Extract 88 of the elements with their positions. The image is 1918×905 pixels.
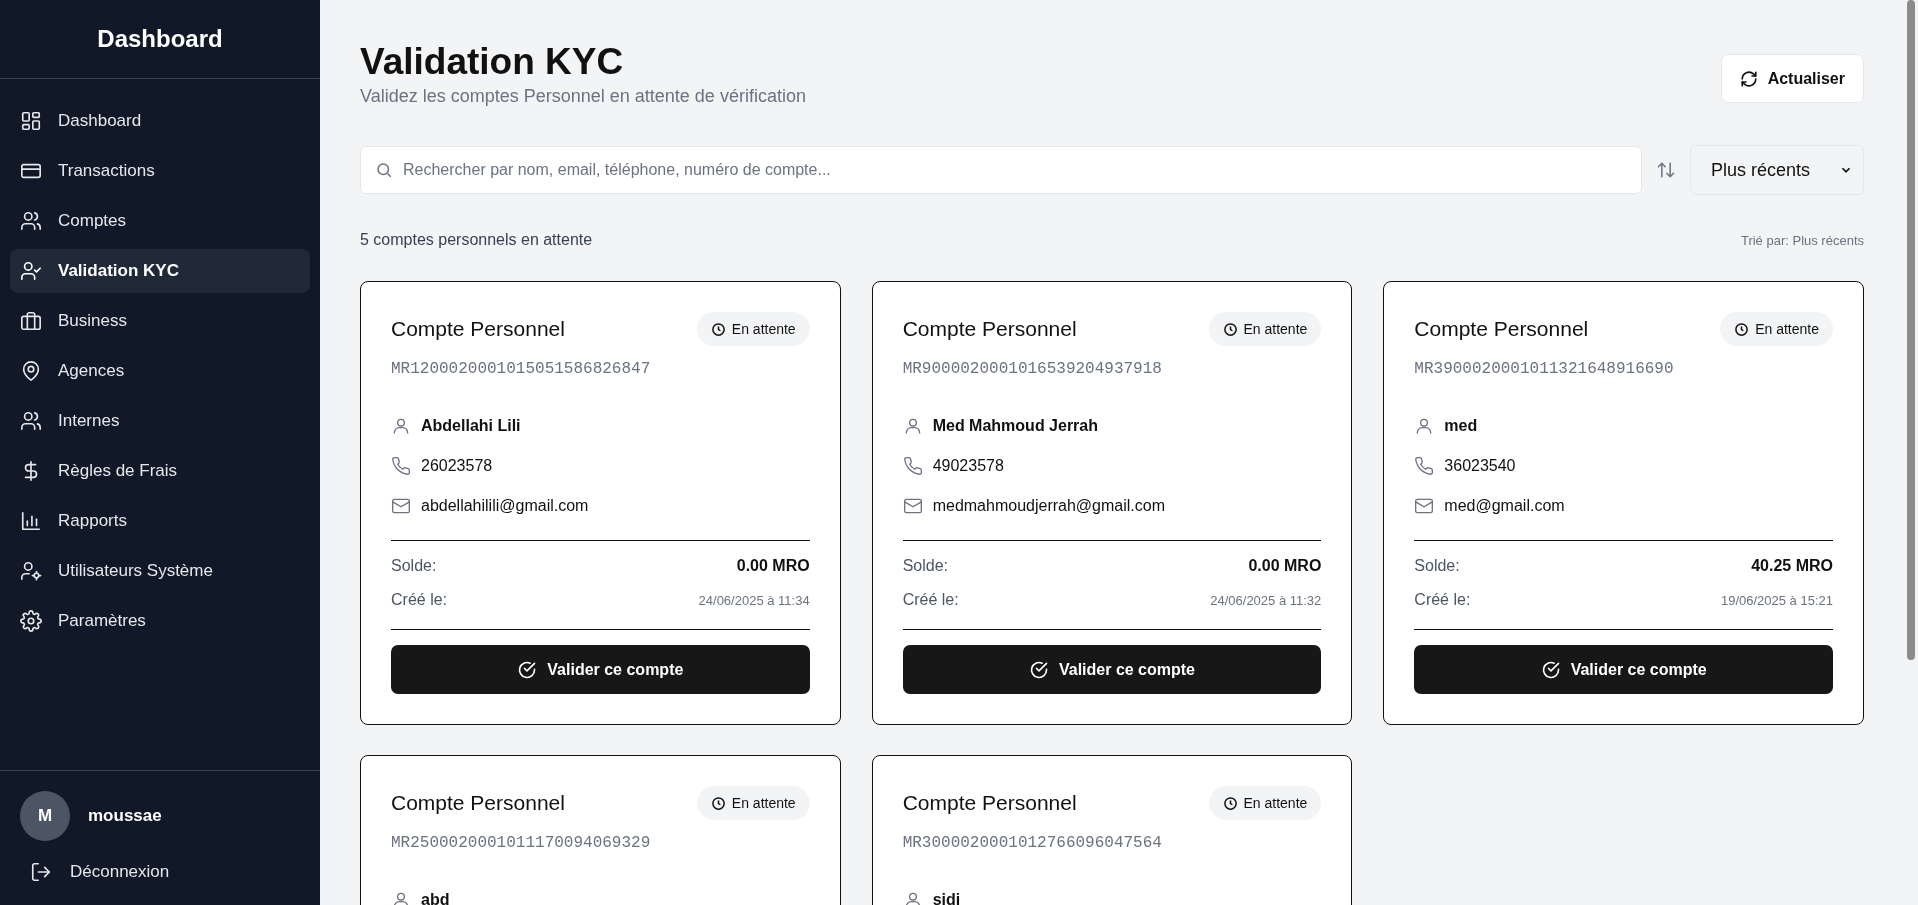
account-number: MR2500020001011170094069329 — [391, 834, 652, 853]
balance-value: 40.25 MRO — [1751, 557, 1833, 576]
map-pin-icon — [20, 360, 42, 382]
holder-name: Med Mahmoud Jerrah — [932, 417, 1098, 436]
validate-button[interactable]: Valider ce compte — [1414, 645, 1833, 695]
clock-icon — [1222, 321, 1238, 337]
created-date: 24/06/2025 à 11:34 — [698, 592, 810, 608]
pending-count: 5 comptes personnels en attente — [360, 231, 593, 250]
status-badge: En attente — [696, 786, 810, 821]
status-badge: En attente — [1208, 312, 1322, 347]
validate-button[interactable]: Valider ce compte — [902, 645, 1322, 695]
check-circle-icon — [1540, 659, 1561, 680]
phone-icon — [902, 456, 923, 477]
card-title: Compte Personnel — [1414, 317, 1589, 342]
user-icon — [391, 890, 411, 905]
holder-name: Abdellahi Lili — [421, 417, 521, 436]
grid-icon — [20, 110, 42, 132]
holder-name: abd — [421, 891, 450, 905]
logout-link[interactable]: Déconnexion — [20, 861, 300, 883]
nav-item[interactable]: Dashboard — [10, 99, 310, 143]
validate-button[interactable]: Valider ce compte — [391, 645, 810, 695]
nav-item[interactable]: Internes — [10, 399, 310, 443]
user-name: moussae — [88, 806, 162, 826]
account-number: MR1200020001015051586826847 — [391, 360, 652, 379]
sort-dropdown[interactable]: Plus récents — [1690, 145, 1864, 196]
status-badge: En attente — [1208, 786, 1322, 821]
search-icon — [375, 161, 393, 180]
status-badge: En attente — [696, 312, 810, 347]
check-circle-icon — [517, 659, 538, 680]
nav-item[interactable]: Validation KYC — [10, 249, 310, 293]
account-number: MR3000020001012766096047564 — [902, 834, 1163, 853]
holder-name: sidi — [932, 891, 961, 905]
created-label: Créé le: — [1414, 591, 1471, 610]
page-title: Validation KYC — [360, 40, 625, 84]
briefcase-icon — [20, 310, 42, 332]
users-icon — [20, 410, 42, 432]
card-title: Compte Personnel — [902, 317, 1077, 342]
email-address: abdellahilili@gmail.com — [421, 497, 589, 516]
users-icon — [20, 210, 42, 232]
email-address: medmahmoudjerrah@gmail.com — [932, 497, 1165, 516]
clock-icon — [710, 321, 726, 337]
account-number: MR9000020001016539204937918 — [902, 360, 1163, 379]
status-badge: En attente — [1720, 312, 1833, 347]
nav-item[interactable]: Règles de Frais — [10, 449, 310, 493]
search-field[interactable]: Rechercher par nom, email, téléphone, numéro de compte... — [360, 146, 1642, 195]
refresh-icon — [1739, 69, 1758, 88]
balance-label: Solde: — [902, 557, 949, 576]
card-title: Compte Personnel — [391, 317, 565, 342]
sort-label: Trié par: Plus récents — [1740, 232, 1864, 248]
user-gear-icon — [20, 560, 42, 582]
bar-chart-icon — [20, 510, 42, 532]
check-circle-icon — [1028, 659, 1049, 680]
created-date: 19/06/2025 à 15:21 — [1720, 592, 1833, 608]
balance-label: Solde: — [1414, 557, 1460, 576]
created-label: Créé le: — [902, 591, 959, 610]
logout-icon — [30, 861, 52, 883]
email-address: med@gmail.com — [1444, 497, 1565, 516]
card-title: Compte Personnel — [902, 791, 1077, 816]
balance-value: 0.00 MRO — [1248, 557, 1322, 576]
phone-number: 26023578 — [421, 457, 493, 476]
nav-item[interactable]: Agences — [10, 349, 310, 393]
refresh-button[interactable]: Actualiser — [1720, 54, 1864, 103]
settings-icon — [20, 610, 42, 632]
phone-icon — [391, 456, 411, 477]
created-date: 24/06/2025 à 11:32 — [1210, 592, 1322, 608]
nav-item[interactable]: Utilisateurs Système — [10, 549, 310, 593]
balance-label: Solde: — [391, 557, 437, 576]
phone-number: 49023578 — [932, 457, 1004, 476]
phone-number: 36023540 — [1444, 457, 1516, 476]
clock-icon — [710, 795, 726, 811]
nav-item[interactable]: Rapports — [10, 499, 310, 543]
nav-item[interactable]: Comptes — [10, 199, 310, 243]
page-subtitle: Validez les comptes Personnel en attente de vérification — [360, 86, 806, 108]
avatar: M — [20, 791, 70, 841]
balance-value: 0.00 MRO — [736, 557, 810, 576]
nav-item[interactable]: Business — [10, 299, 310, 343]
account-number: MR3900020001011321648916690 — [1414, 360, 1675, 379]
clock-icon — [1734, 321, 1750, 337]
sidebar-title: Dashboard — [0, 0, 320, 79]
created-label: Créé le: — [391, 591, 448, 610]
user-check-icon — [20, 260, 42, 282]
card-title: Compte Personnel — [391, 791, 565, 816]
user-icon — [391, 416, 411, 437]
holder-name: med — [1444, 417, 1478, 436]
phone-icon — [1414, 456, 1435, 477]
clock-icon — [1222, 795, 1238, 811]
nav-item[interactable]: Transactions — [10, 149, 310, 193]
nav-item[interactable]: Paramètres — [10, 599, 310, 643]
